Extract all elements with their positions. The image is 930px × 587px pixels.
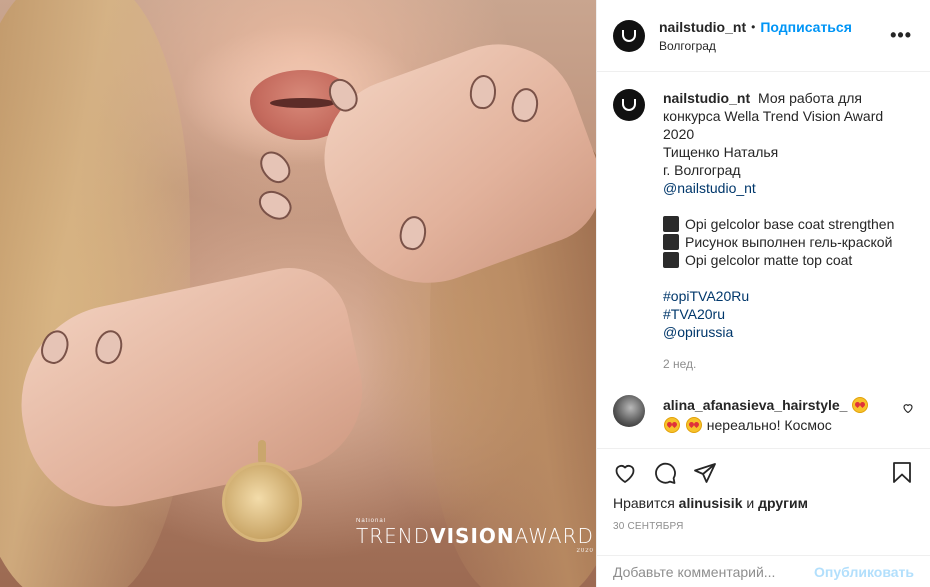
caption-line: Рисунок выполнен гель-краской <box>663 233 913 251</box>
caption-line: г. Волгоград <box>663 162 741 178</box>
comment-body: нереально! Космос <box>706 417 832 433</box>
comment-like-heart-icon[interactable] <box>902 401 914 417</box>
more-options-icon[interactable]: ••• <box>890 25 914 46</box>
heart-eyes-emoji-icon <box>685 417 702 433</box>
caption-time[interactable]: 2 нед. <box>663 355 913 373</box>
trend-vision-award-logo: National TRENDVISIONAWARD 2020 <box>356 518 594 554</box>
likes-others-link[interactable]: другим <box>758 495 808 511</box>
like-heart-icon[interactable] <box>613 461 637 485</box>
post-caption: nailstudio_nt Моя работа для конкурса We… <box>613 89 914 373</box>
post-actions-section: Нравится alinusisik и другим 30 СЕНТЯБРЯ <box>597 448 930 532</box>
brand-word-trend: TREND <box>356 524 431 548</box>
caption-line-text: Opi gelcolor matte top coat <box>685 252 853 268</box>
post-date[interactable]: 30 СЕНТЯБРЯ <box>613 521 914 532</box>
brand-word-award: AWARD <box>514 524 594 548</box>
brand-national: National <box>356 518 387 524</box>
follow-button[interactable]: Подписаться <box>760 19 852 35</box>
share-paper-plane-icon[interactable] <box>693 461 717 485</box>
likes-summary: Нравится alinusisik и другим <box>613 495 914 511</box>
heart-eyes-emoji-icon <box>664 417 680 433</box>
hashtag-link[interactable]: #opiTVA20Ru <box>663 287 913 305</box>
black-square-icon <box>663 252 679 268</box>
photo-nail <box>253 185 297 225</box>
likes-conj: и <box>746 495 755 511</box>
action-bar <box>613 449 914 497</box>
caption-mention-link[interactable]: @nailstudio_nt <box>663 179 913 197</box>
black-square-icon <box>663 234 679 250</box>
comment-input[interactable] <box>613 563 815 580</box>
post-location[interactable]: Волгоград <box>659 39 890 53</box>
likes-user-link[interactable]: alinusisik <box>679 495 743 511</box>
comments-area[interactable]: nailstudio_nt Моя работа для конкурса We… <box>597 73 930 448</box>
commenter-avatar[interactable] <box>613 395 645 427</box>
brand-year: 2020 <box>576 548 594 554</box>
brand-word-vision: VISION <box>430 524 515 548</box>
author-username[interactable]: nailstudio_nt <box>659 19 746 35</box>
caption-line: Opi gelcolor matte top coat <box>663 251 913 269</box>
comment-item: alina_afanasieva_hairstyle_ нереально! К… <box>613 395 914 435</box>
add-comment-bar: Опубликовать <box>597 555 930 587</box>
instagram-post: National TRENDVISIONAWARD 2020 nailstudi… <box>0 0 930 587</box>
post-photo[interactable]: National TRENDVISIONAWARD 2020 <box>0 0 596 587</box>
caption-line: Тищенко Наталья <box>663 144 779 160</box>
author-row: nailstudio_nt • Подписаться <box>659 19 890 35</box>
comment-text: alina_afanasieva_hairstyle_ нереально! К… <box>663 395 877 435</box>
logo-mark-icon <box>622 99 636 111</box>
hashtag-link[interactable]: #TVA20ru <box>663 305 913 323</box>
caption-text: nailstudio_nt Моя работа для конкурса We… <box>663 89 913 373</box>
heart-eyes-emoji-icon <box>852 397 869 413</box>
caption-line-text: Opi gelcolor base coat strengthen <box>685 216 895 232</box>
caption-username[interactable]: nailstudio_nt <box>663 90 750 106</box>
photo-pendant-chain <box>258 440 266 464</box>
caption-blank <box>663 197 913 215</box>
post-header: nailstudio_nt • Подписаться Волгоград ••… <box>597 0 930 72</box>
caption-blank <box>663 269 913 287</box>
likes-prefix: Нравится <box>613 495 675 511</box>
logo-mark-icon <box>622 29 636 42</box>
heart-outline-small-icon <box>903 404 913 414</box>
post-side-panel: nailstudio_nt • Подписаться Волгоград ••… <box>596 0 930 587</box>
caption-mention-link[interactable]: @opirussia <box>663 323 913 341</box>
author-avatar[interactable] <box>613 19 645 52</box>
black-square-icon <box>663 216 679 232</box>
publish-button[interactable]: Опубликовать <box>814 564 914 580</box>
caption-line: Opi gelcolor base coat strengthen <box>663 215 913 233</box>
brand-title: TRENDVISIONAWARD <box>356 524 594 548</box>
comment-bubble-icon[interactable] <box>653 461 677 485</box>
caption-line-text: Рисунок выполнен гель-краской <box>685 234 893 250</box>
photo-nail <box>254 145 296 189</box>
save-bookmark-icon[interactable] <box>890 461 914 485</box>
separator-dot: • <box>751 19 756 34</box>
caption-avatar[interactable] <box>613 89 645 121</box>
commenter-username[interactable]: alina_afanasieva_hairstyle_ <box>663 397 847 413</box>
photo-pendant <box>222 462 302 542</box>
author-meta: nailstudio_nt • Подписаться Волгоград <box>659 19 890 53</box>
